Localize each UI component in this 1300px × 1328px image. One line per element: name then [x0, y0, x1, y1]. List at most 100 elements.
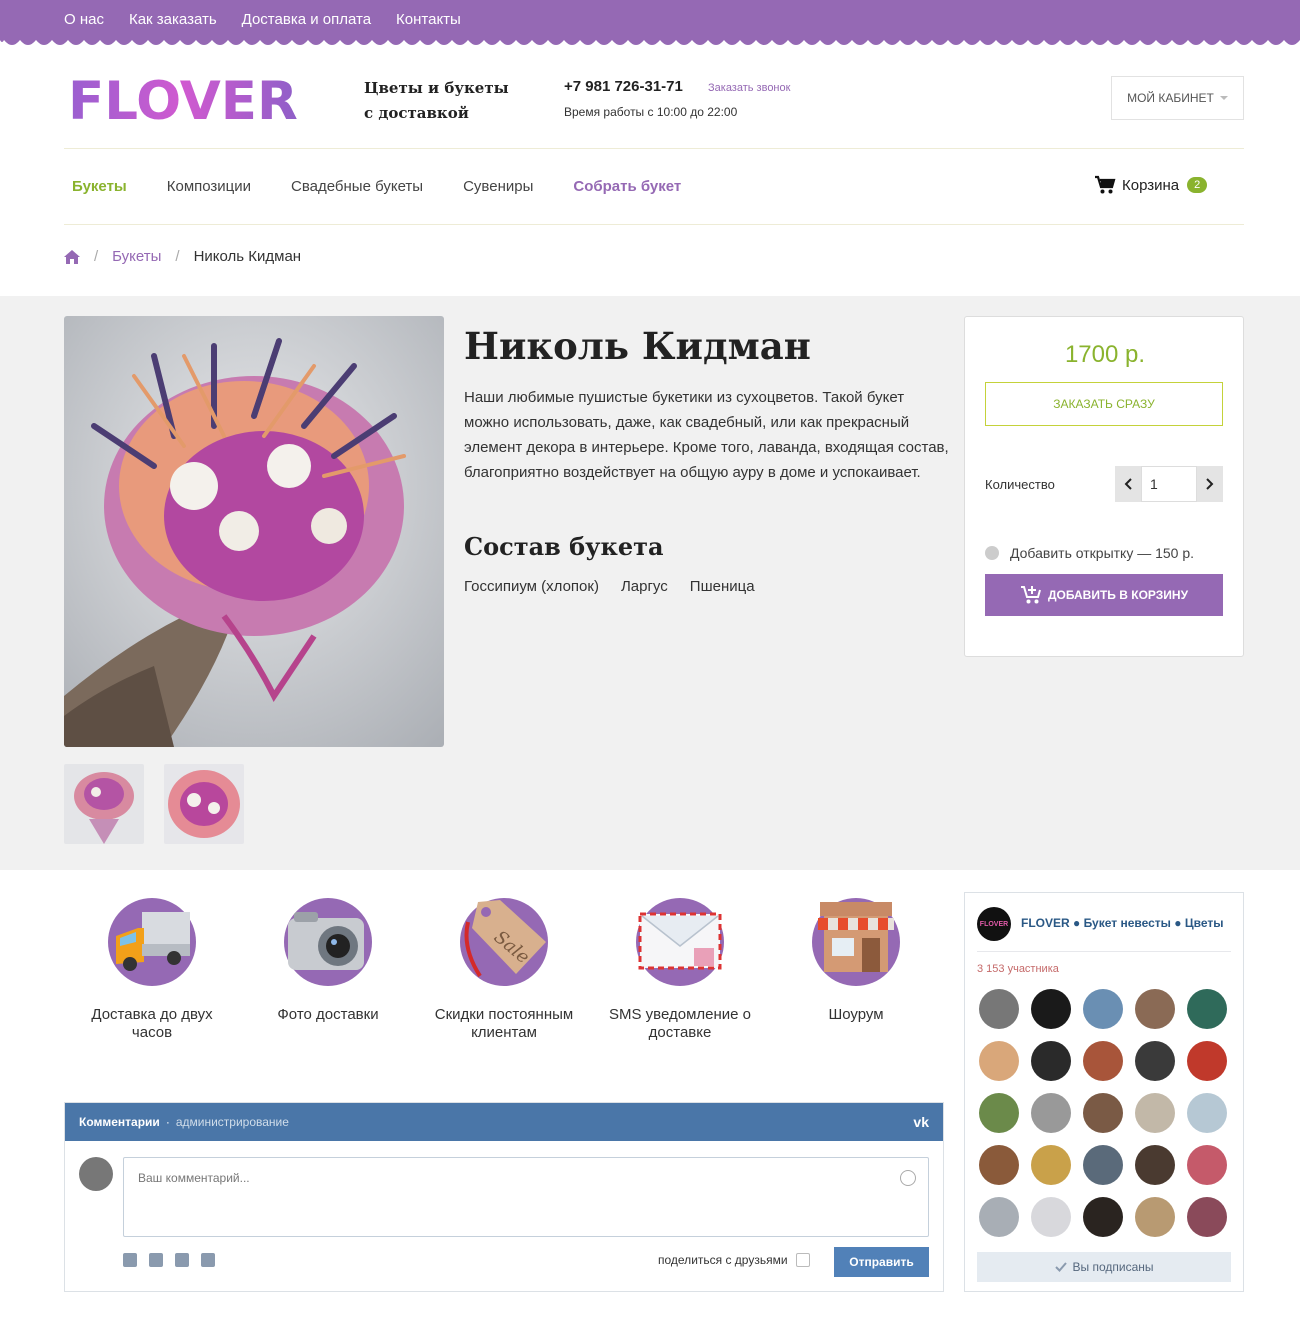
- menu-item-build-bouquet[interactable]: Собрать букет: [573, 178, 681, 195]
- decrease-button[interactable]: [1115, 466, 1141, 502]
- member-avatar[interactable]: [1135, 1041, 1175, 1081]
- group-name[interactable]: FLOVER ● Букет невесты ● Цветы: [1021, 916, 1231, 930]
- order-now-button[interactable]: ЗАКАЗАТЬ СРАЗУ: [985, 382, 1223, 426]
- tagline: Цветы и букеты с доставкой: [364, 76, 509, 126]
- member-avatar[interactable]: [979, 1197, 1019, 1237]
- topnav-contacts[interactable]: Контакты: [396, 11, 461, 28]
- increase-button[interactable]: [1197, 466, 1223, 502]
- quantity-label: Количество: [985, 477, 1055, 492]
- quantity-input[interactable]: 1: [1141, 466, 1197, 502]
- composition-item: Госсипиум (хлопок): [464, 578, 599, 595]
- send-comment-button[interactable]: Отправить: [834, 1247, 929, 1277]
- feature-item: Шоурум: [768, 898, 944, 1042]
- price-box: 1700 р. ЗАКАЗАТЬ СРАЗУ Количество 1 Доба…: [964, 316, 1244, 657]
- sale-tag-icon: Sale: [460, 898, 548, 986]
- member-avatar[interactable]: [1135, 1093, 1175, 1133]
- group-avatar[interactable]: FLOVER: [977, 907, 1011, 941]
- video-icon[interactable]: [175, 1253, 189, 1267]
- my-account-button[interactable]: МОЙ КАБИНЕТ: [1111, 76, 1244, 120]
- subscribed-button[interactable]: Вы подписаны: [977, 1252, 1231, 1282]
- member-avatar[interactable]: [1187, 1197, 1227, 1237]
- vk-admin-link[interactable]: администрирование: [176, 1115, 289, 1129]
- product-thumbnail[interactable]: [164, 764, 244, 844]
- menu-item-souvenirs[interactable]: Сувениры: [463, 178, 533, 195]
- member-avatar[interactable]: [1031, 1041, 1071, 1081]
- divider: [64, 224, 1244, 225]
- callback-link[interactable]: Заказать звонок: [708, 82, 790, 94]
- cart-link[interactable]: Корзина 2: [1094, 175, 1208, 195]
- working-hours: Время работы с 10:00 до 22:00: [564, 105, 738, 119]
- radio-button[interactable]: [985, 546, 999, 560]
- member-avatar[interactable]: [1031, 1145, 1071, 1185]
- add-to-cart-button[interactable]: ДОБАВИТЬ В КОРЗИНУ: [985, 574, 1223, 616]
- member-avatar[interactable]: [1187, 1145, 1227, 1185]
- member-avatar[interactable]: [979, 1041, 1019, 1081]
- member-avatar[interactable]: [1083, 1041, 1123, 1081]
- add-card-option[interactable]: Добавить открытку — 150 р.: [985, 545, 1194, 561]
- member-avatar[interactable]: [1083, 989, 1123, 1029]
- share-with-friends[interactable]: поделиться с друзьями: [658, 1253, 810, 1267]
- member-avatar[interactable]: [979, 1145, 1019, 1185]
- feature-label: SMS уведомление о доставке: [608, 1006, 751, 1041]
- member-avatar[interactable]: [1135, 1197, 1175, 1237]
- member-avatar[interactable]: [1187, 1041, 1227, 1081]
- bouquet-photo: [64, 316, 444, 747]
- member-avatar[interactable]: [1083, 1145, 1123, 1185]
- graffiti-icon[interactable]: [123, 1253, 137, 1267]
- vk-comments-header: Комментарии · администрирование: [65, 1103, 943, 1141]
- menu-item-compositions[interactable]: Композиции: [167, 178, 251, 195]
- menu-item-wedding[interactable]: Свадебные букеты: [291, 178, 423, 195]
- breadcrumb-section[interactable]: Букеты: [112, 248, 161, 265]
- thumbnail-image: [64, 764, 144, 844]
- member-avatar[interactable]: [979, 1093, 1019, 1133]
- breadcrumb-separator: /: [94, 248, 99, 265]
- separator-dot: ·: [165, 1115, 170, 1129]
- member-avatar[interactable]: [1083, 1197, 1123, 1237]
- member-avatar[interactable]: [1031, 989, 1071, 1029]
- chevron-down-icon: [1219, 96, 1228, 100]
- comment-input[interactable]: Ваш комментарий...: [123, 1157, 929, 1237]
- composition-item: Ларгус: [620, 578, 668, 595]
- attach-toolbar: [123, 1253, 215, 1267]
- topnav-how-to-order[interactable]: Как заказать: [129, 11, 217, 28]
- chevron-right-icon: [1206, 478, 1214, 490]
- member-avatar[interactable]: [1135, 1145, 1175, 1185]
- photo-icon[interactable]: [149, 1253, 163, 1267]
- breadcrumb-separator: /: [175, 248, 180, 265]
- add-to-cart-icon: [1020, 586, 1041, 604]
- home-icon[interactable]: [64, 249, 80, 264]
- vk-comments-widget: Комментарии · администрирование vk Ваш к…: [64, 1102, 944, 1292]
- product-thumbnail[interactable]: [64, 764, 144, 844]
- wave-divider: [0, 38, 1300, 45]
- top-bar: О нас Как заказать Доставка и оплата Кон…: [0, 0, 1300, 45]
- topnav-delivery[interactable]: Доставка и оплата: [242, 11, 371, 28]
- member-avatar[interactable]: [1135, 989, 1175, 1029]
- member-avatar[interactable]: [1083, 1093, 1123, 1133]
- share-checkbox[interactable]: [795, 1253, 810, 1267]
- menu-item-bouquets[interactable]: Букеты: [72, 178, 127, 195]
- member-avatar[interactable]: [1031, 1197, 1071, 1237]
- member-avatar[interactable]: [979, 989, 1019, 1029]
- feature-item: SMS уведомление о доставке: [592, 898, 768, 1042]
- checkmark-icon: [1054, 1262, 1067, 1272]
- feature-label: Фото доставки: [277, 1006, 379, 1023]
- feature-item: Доставка до двух часов: [64, 898, 240, 1042]
- members-count[interactable]: 3 153 участника: [977, 963, 1059, 975]
- feature-item: Sale Скидки постоянным клиентам: [416, 898, 592, 1042]
- vk-group-widget: FLOVER FLOVER ● Букет невесты ● Цветы 3 …: [964, 892, 1244, 1292]
- vk-logo-icon[interactable]: vk: [913, 1114, 929, 1130]
- product-main-image[interactable]: [64, 316, 444, 747]
- emoji-icon[interactable]: [900, 1170, 916, 1186]
- envelope-icon: [636, 898, 724, 986]
- breadcrumb-current: Николь Кидман: [193, 248, 302, 265]
- member-avatar[interactable]: [1187, 989, 1227, 1029]
- member-avatar[interactable]: [1187, 1093, 1227, 1133]
- quantity-stepper: 1: [1115, 466, 1223, 502]
- add-to-cart-label: ДОБАВИТЬ В КОРЗИНУ: [1047, 588, 1189, 602]
- member-avatar[interactable]: [1031, 1093, 1071, 1133]
- phone-number[interactable]: +7 981 726-31-71: [564, 78, 683, 95]
- chevron-left-icon: [1124, 478, 1132, 490]
- site-logo[interactable]: FLOVER: [68, 70, 308, 128]
- music-icon[interactable]: [201, 1253, 215, 1267]
- topnav-about[interactable]: О нас: [64, 11, 104, 28]
